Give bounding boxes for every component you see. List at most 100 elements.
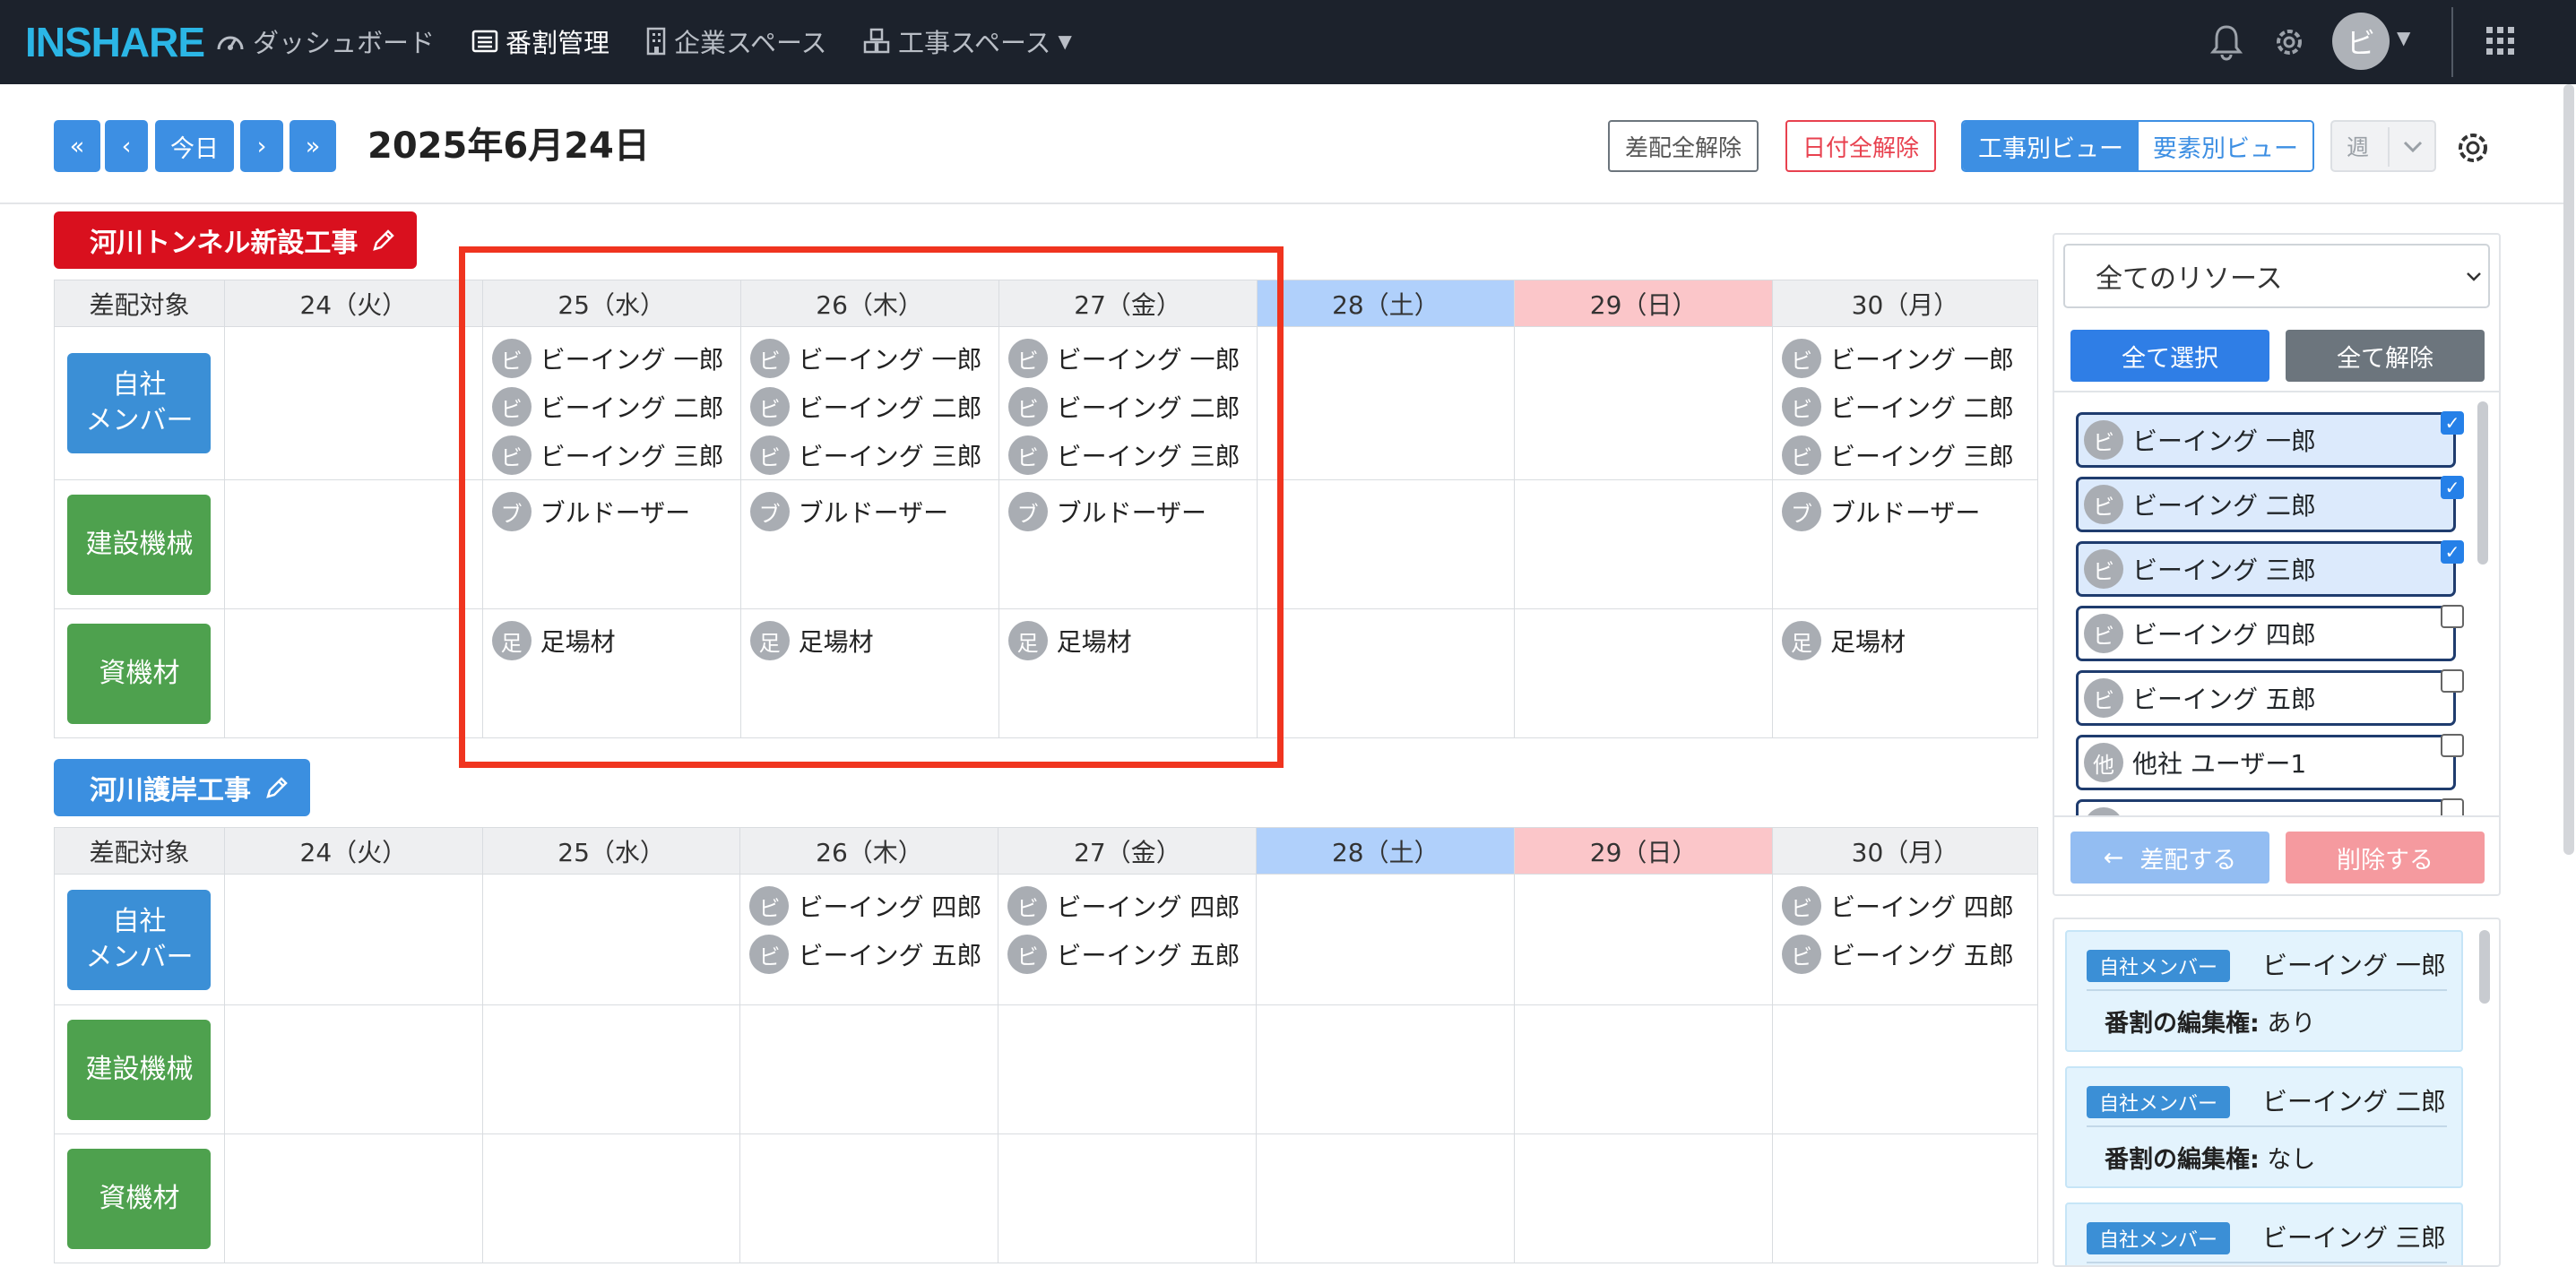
resource-item[interactable]: ビビーイング 一郎 ✓ [2076,411,2464,468]
element-view-button[interactable]: 要素別ビュー [2139,122,2312,170]
page-scrollbar[interactable] [2563,84,2574,855]
day-cell[interactable] [1256,326,1516,480]
day-cell[interactable] [481,1133,741,1263]
day-cell[interactable]: ブブルドーザー [1771,479,2039,609]
row-category-label[interactable]: 自社 メンバー [67,353,212,453]
assignment-entry[interactable]: ビビーイング 五郎 [998,930,1256,978]
day-cell[interactable] [1514,874,1773,1005]
resource-item[interactable]: ビビーイング 四郎 [2076,605,2464,661]
current-date-title: 2025年6月24日 [367,125,650,167]
assignment-entry[interactable]: ビビーイング 四郎 [1773,882,2037,930]
day-cell[interactable] [223,479,483,609]
gear-icon[interactable] [2270,23,2308,61]
day-cell[interactable]: ビビーイング 四郎ビビーイング 五郎 [1771,874,2039,1005]
resource-checkbox[interactable]: ✓ [2441,540,2464,564]
day-cell[interactable] [481,874,741,1005]
bell-icon[interactable] [2209,23,2244,61]
resource-checkbox[interactable] [2441,798,2464,815]
resource-item[interactable]: 他他社 ユーザー1 [2076,734,2464,790]
day-cell[interactable]: ビビーイング 四郎ビビーイング 五郎 [998,874,1258,1005]
assignment-entry[interactable]: ブブルドーザー [1773,487,2037,536]
delete-button[interactable]: 削除する [2286,832,2485,883]
day-column-header: 29（日） [1514,827,1773,875]
caret-down-icon[interactable]: ▼ [2397,27,2410,48]
day-cell[interactable] [1256,479,1516,609]
prev-button[interactable]: ‹ [105,120,148,172]
assignment-entry[interactable]: ビビーイング 二郎 [1773,383,2037,431]
nav-dashboard[interactable]: ダッシュボード [215,22,435,61]
last-week-button[interactable]: » [290,120,336,172]
day-cell[interactable] [481,1004,741,1134]
day-cell[interactable]: ビビーイング 一郎ビビーイング 二郎ビビーイング 三郎 [1771,326,2039,480]
day-cell[interactable] [739,1004,999,1134]
day-cell[interactable] [1514,326,1773,480]
day-cell[interactable] [223,326,483,480]
resource-item[interactable]: 他 他社 ユーザー2 [2076,798,2464,815]
resource-checkbox[interactable] [2441,734,2464,757]
user-avatar[interactable]: ビ [2332,13,2390,70]
day-cell[interactable] [998,1004,1258,1134]
info-scrollbar[interactable] [2479,930,2490,1004]
first-week-button[interactable]: « [54,120,100,172]
pencil-icon[interactable] [264,774,290,801]
resource-checkbox[interactable]: ✓ [2441,411,2464,435]
day-cell[interactable] [1256,874,1516,1005]
assignment-entry[interactable]: ビビーイング 四郎 [740,882,998,930]
day-cell[interactable] [739,1133,999,1263]
resource-list-scrollbar[interactable] [2477,401,2488,565]
resource-checkbox[interactable]: ✓ [2441,476,2464,499]
assignment-entry[interactable]: 足足場材 [1773,616,2037,665]
today-button[interactable]: 今日 [155,120,234,172]
pencil-icon[interactable] [370,227,397,254]
day-cell[interactable] [1771,1004,2039,1134]
assignment-entry[interactable]: ビビーイング 四郎 [998,882,1256,930]
day-cell[interactable] [1256,608,1516,738]
resource-item[interactable]: ビビーイング 二郎 ✓ [2076,476,2464,532]
app-logo[interactable]: INSHARE [25,18,205,66]
assign-button[interactable]: ← 差配する [2070,832,2269,883]
resource-filter-select[interactable]: 全てのリソース [2063,244,2490,308]
project-tag-1[interactable]: 河川トンネル新設工事 [54,211,418,269]
row-category-label[interactable]: 資機材 [67,1148,212,1249]
clear-all-button[interactable]: 全て解除 [2286,330,2485,382]
day-cell[interactable] [1514,1004,1773,1134]
project-view-button[interactable]: 工事別ビュー [1963,122,2139,170]
assignment-entry[interactable]: ビビーイング 一郎 [1773,334,2037,383]
day-cell[interactable] [1514,1133,1773,1263]
row-category-label[interactable]: 建設機械 [67,494,212,595]
nav-company-space[interactable]: 企業スペース [645,22,827,61]
nav-project-space[interactable]: 工事スペース ▼ [862,22,1072,61]
period-select[interactable]: 週 [2330,120,2436,172]
project-tag-2[interactable]: 河川護岸工事 [54,759,310,816]
select-all-button[interactable]: 全て選択 [2070,330,2269,382]
day-cell[interactable]: ビビーイング 四郎ビビーイング 五郎 [739,874,999,1005]
day-cell[interactable] [1256,1133,1516,1263]
resource-item[interactable]: ビビーイング 三郎 ✓ [2076,540,2464,597]
nav-label: 企業スペース [674,28,827,58]
assignment-entry[interactable]: ビビーイング 五郎 [1773,930,2037,978]
resource-checkbox[interactable] [2441,605,2464,628]
day-cell[interactable] [1256,1004,1516,1134]
day-cell[interactable] [998,1133,1258,1263]
next-button[interactable]: › [240,120,283,172]
resource-item[interactable]: ビビーイング 五郎 [2076,669,2464,726]
day-cell[interactable] [1514,608,1773,738]
day-cell[interactable] [223,874,483,1005]
clear-all-assignments-button[interactable]: 差配全解除 [1608,120,1759,172]
apps-grid-icon[interactable] [2485,25,2517,57]
settings-gear-icon[interactable] [2454,129,2492,167]
row-category-label[interactable]: 自社 メンバー [67,889,212,990]
clear-date-button[interactable]: 日付全解除 [1785,120,1936,172]
day-cell[interactable] [223,1004,483,1134]
assignment-entry[interactable]: ビビーイング 三郎 [1773,431,2037,479]
row-category-label[interactable]: 建設機械 [67,1019,212,1120]
nav-schedule[interactable]: 番割管理 [471,22,609,61]
assignment-entry[interactable]: ビビーイング 五郎 [740,930,998,978]
day-cell[interactable]: 足足場材 [1771,608,2039,738]
day-cell[interactable] [1771,1133,2039,1263]
day-cell[interactable] [223,1133,483,1263]
resource-checkbox[interactable] [2441,669,2464,693]
day-cell[interactable] [223,608,483,738]
row-category-label[interactable]: 資機材 [67,623,212,724]
day-cell[interactable] [1514,479,1773,609]
